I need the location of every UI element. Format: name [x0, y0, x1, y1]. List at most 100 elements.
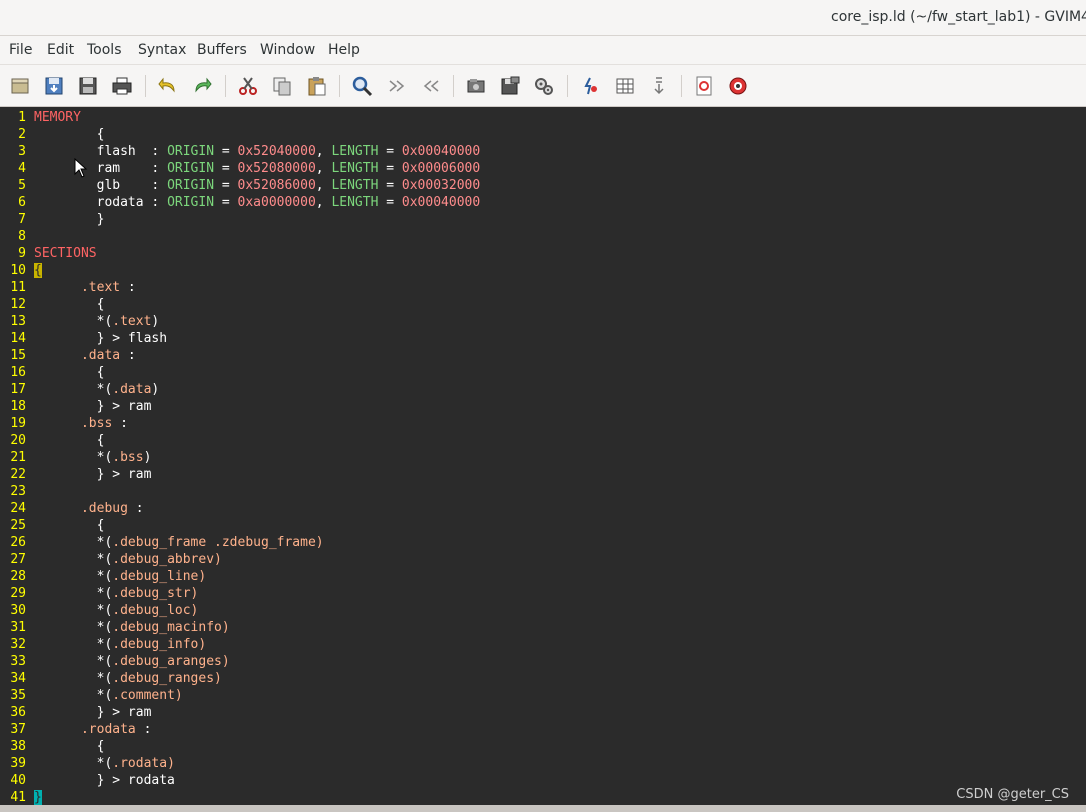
load-session-icon[interactable]	[463, 73, 489, 99]
open-icon[interactable]	[7, 73, 33, 99]
code-line[interactable]: 12 {	[0, 296, 104, 313]
code-line[interactable]: 2 {	[0, 126, 104, 143]
undo-icon[interactable]	[155, 73, 181, 99]
code-token: {	[34, 739, 105, 754]
code-line[interactable]: 29 *(.debug_str)	[0, 585, 198, 602]
code-token: 0x52086000	[237, 178, 316, 193]
find-help-icon[interactable]	[725, 73, 751, 99]
line-number: 29	[10, 586, 26, 601]
code-line[interactable]: 14 } > flash	[0, 330, 167, 347]
code-token: *(	[34, 654, 113, 669]
line-number: 30	[10, 603, 26, 618]
menu-help[interactable]: Help	[328, 42, 360, 58]
code-line[interactable]: 21 *(.bss)	[0, 449, 151, 466]
code-token: ORIGIN	[167, 195, 215, 210]
run-script-icon[interactable]	[531, 73, 557, 99]
text-editor-area[interactable]: 1 MEMORY 2 {3 flash : ORIGIN = 0x52040000,…	[0, 108, 1086, 805]
copy-icon[interactable]	[269, 73, 295, 99]
menu-window[interactable]: Window	[260, 42, 315, 58]
code-token: *(	[34, 450, 113, 465]
code-token: )	[143, 450, 152, 465]
code-token: ,	[315, 178, 332, 193]
make-icon[interactable]	[577, 73, 603, 99]
title-bar: core_isp.ld (~/fw_start_lab1) - GVIM4	[0, 0, 1086, 36]
code-line[interactable]: 8	[0, 228, 34, 245]
code-line[interactable]: 19 .bss :	[0, 415, 128, 432]
line-number: 17	[10, 382, 26, 397]
code-token: }	[34, 790, 42, 805]
line-number: 8	[18, 229, 26, 244]
code-line[interactable]: 22 } > ram	[0, 466, 151, 483]
code-token: } > ram	[34, 399, 152, 414]
save-all-icon[interactable]	[75, 73, 101, 99]
code-token: =	[214, 161, 238, 176]
code-line[interactable]: 39 *(.rodata)	[0, 755, 175, 772]
code-token: ORIGIN	[167, 161, 215, 176]
code-line[interactable]: 16 {	[0, 364, 104, 381]
line-number: 19	[10, 416, 26, 431]
code-line[interactable]: 36 } > ram	[0, 704, 151, 721]
line-number: 2	[18, 127, 26, 142]
code-line[interactable]: 34 *(.debug_ranges)	[0, 670, 222, 687]
code-line[interactable]: 15 .data :	[0, 347, 135, 364]
code-line[interactable]: 37 .rodata :	[0, 721, 151, 738]
code-line[interactable]: 18 } > ram	[0, 398, 151, 415]
code-line[interactable]: 20 {	[0, 432, 104, 449]
code-token: =	[378, 178, 402, 193]
code-line[interactable]: 11 .text :	[0, 279, 135, 296]
code-line[interactable]: 28 *(.debug_line)	[0, 568, 206, 585]
line-number: 39	[10, 756, 26, 771]
code-line[interactable]: 33 *(.debug_aranges)	[0, 653, 229, 670]
find-next-icon[interactable]	[384, 73, 410, 99]
menu-buffers[interactable]: Buffers	[197, 42, 247, 58]
code-line[interactable]: 35 *(.comment)	[0, 687, 182, 704]
code-line[interactable]: 40 } > rodata	[0, 772, 175, 789]
find-prev-icon[interactable]	[418, 73, 444, 99]
code-line[interactable]: 6 rodata : ORIGIN = 0xa0000000, LENGTH =…	[0, 194, 480, 211]
code-line[interactable]: 31 *(.debug_macinfo)	[0, 619, 229, 636]
run-ctags-icon[interactable]	[612, 73, 638, 99]
redo-icon[interactable]	[189, 73, 215, 99]
jump-tag-icon[interactable]	[646, 73, 672, 99]
code-token: SECTIONS	[34, 246, 97, 261]
code-line[interactable]: 1 MEMORY	[0, 109, 81, 126]
code-line[interactable]: 23	[0, 483, 34, 500]
paste-icon[interactable]	[304, 73, 330, 99]
save-session-icon[interactable]	[497, 73, 523, 99]
help-icon[interactable]	[691, 73, 717, 99]
code-line[interactable]: 10 {	[0, 262, 42, 279]
code-line[interactable]: 30 *(.debug_loc)	[0, 602, 198, 619]
save-icon[interactable]	[41, 73, 67, 99]
find-replace-icon[interactable]	[349, 73, 375, 99]
cut-icon[interactable]	[235, 73, 261, 99]
code-line[interactable]: 41}	[0, 789, 42, 805]
code-token: 0x00040000	[401, 195, 481, 210]
code-token: flash :	[34, 144, 168, 159]
code-line[interactable]: 5 glb : ORIGIN = 0x52086000, LENGTH = 0x…	[0, 177, 480, 194]
line-number: 24	[10, 501, 26, 516]
code-line[interactable]: 9 SECTIONS	[0, 245, 97, 262]
code-line[interactable]: 25 {	[0, 517, 104, 534]
code-line[interactable]: 32 *(.debug_info)	[0, 636, 206, 653]
menu-syntax[interactable]: Syntax	[138, 42, 186, 58]
code-line[interactable]: 13 *(.text)	[0, 313, 159, 330]
code-line[interactable]: 17 *(.data)	[0, 381, 159, 398]
code-token: *(	[34, 552, 113, 567]
code-token: ,	[315, 195, 332, 210]
menu-tools[interactable]: Tools	[87, 42, 122, 58]
code-line[interactable]: 38 {	[0, 738, 104, 755]
print-icon[interactable]	[109, 73, 135, 99]
code-line[interactable]: 27 *(.debug_abbrev)	[0, 551, 222, 568]
line-number: 13	[10, 314, 26, 329]
code-line[interactable]: 7 }	[0, 211, 104, 228]
menu-edit[interactable]: Edit	[47, 42, 74, 58]
menu-file[interactable]: File	[9, 42, 32, 58]
code-line[interactable]: 24 .debug :	[0, 500, 143, 517]
toolbar-separator	[145, 75, 146, 97]
code-token: *(	[34, 688, 113, 703]
line-number: 28	[10, 569, 26, 584]
code-line[interactable]: 3 flash : ORIGIN = 0x52040000, LENGTH = …	[0, 143, 480, 160]
code-line[interactable]: 26 *(.debug_frame .zdebug_frame)	[0, 534, 323, 551]
code-line[interactable]: 4 ram : ORIGIN = 0x52080000, LENGTH = 0x…	[0, 160, 480, 177]
code-token: {	[34, 518, 105, 533]
